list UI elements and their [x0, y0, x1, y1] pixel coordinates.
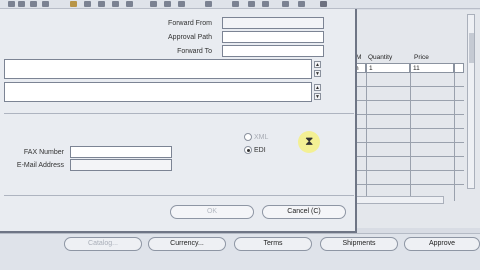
ok-button-label: OK	[206, 208, 218, 215]
terms-button-label: Terms	[263, 240, 283, 247]
approve-button[interactable]: Approve	[404, 237, 480, 251]
cancel-button-accelerator: (C)	[311, 208, 321, 215]
approval-path-label: Approval Path	[168, 34, 212, 41]
grid-line	[410, 73, 411, 201]
scroll-down-icon[interactable]: ▼	[314, 70, 321, 77]
bottom-button-bar: Catalog... Currency... Terms Shipments A…	[0, 233, 480, 270]
grid-line	[352, 128, 464, 129]
scroll-up-icon[interactable]: ▲	[314, 61, 321, 68]
email-address-label: E-Mail Address	[16, 162, 64, 169]
grid-line	[454, 73, 455, 201]
grid-line	[352, 184, 464, 185]
paste-icon[interactable]	[98, 1, 105, 7]
cut-icon[interactable]	[70, 1, 77, 7]
grid-line	[352, 170, 464, 171]
quantity-cell[interactable]: 1	[366, 63, 410, 73]
folder-icon[interactable]	[282, 1, 289, 7]
folder-icon[interactable]	[298, 1, 305, 7]
grid-line	[352, 100, 464, 101]
radio-button-icon	[244, 133, 252, 141]
note-to-supplier-field[interactable]	[4, 82, 312, 102]
hourglass-icon: ⧗	[305, 134, 314, 148]
forward-from-label: Forward From	[168, 20, 212, 27]
currency-button-label: Currency...	[170, 240, 204, 247]
approval-dialog: Forward From Approval Path Forward To ▲ …	[0, 9, 357, 233]
print-icon[interactable]	[18, 1, 25, 7]
forward-to-field[interactable]	[222, 45, 324, 57]
catalog-button-label: Catalog...	[88, 240, 118, 247]
delete-icon[interactable]	[126, 1, 133, 7]
divider	[4, 113, 354, 114]
radio-edi[interactable]: EDI	[244, 146, 266, 154]
scrollbar-thumb[interactable]	[469, 33, 474, 63]
folder-icon[interactable]	[232, 1, 239, 7]
radio-button-selected-icon	[244, 146, 252, 154]
forward-from-field[interactable]	[222, 17, 324, 29]
catalog-button[interactable]: Catalog...	[64, 237, 142, 251]
translate-icon[interactable]	[164, 1, 171, 7]
scroll-down-icon[interactable]: ▼	[314, 93, 321, 100]
approve-button-label: Approve	[428, 240, 456, 247]
folder-icon[interactable]	[205, 1, 212, 7]
forward-to-label: Forward To	[177, 48, 212, 55]
busy-cursor: ⧗	[298, 131, 320, 153]
currency-button[interactable]: Currency...	[148, 237, 226, 251]
horizontal-scrollbar[interactable]	[352, 196, 444, 204]
find-icon[interactable]	[42, 1, 49, 7]
terms-button[interactable]: Terms	[234, 237, 312, 251]
fax-number-label: FAX Number	[23, 149, 64, 156]
scroll-up-icon[interactable]: ▲	[314, 84, 321, 91]
grid-line	[352, 86, 464, 87]
radio-edi-label: EDI	[254, 146, 266, 154]
cancel-button[interactable]: Cancel (C)	[262, 205, 346, 219]
divider	[4, 195, 354, 196]
vertical-scrollbar[interactable]	[467, 14, 475, 189]
email-address-field[interactable]	[70, 159, 172, 171]
radio-xml-label: XML	[254, 133, 269, 141]
radio-xml[interactable]: XML	[244, 133, 268, 141]
row-end-cell[interactable]	[454, 63, 464, 73]
cancel-button-label: Cancel	[287, 208, 310, 215]
price-cell[interactable]: 11	[410, 63, 454, 73]
shipments-button[interactable]: Shipments	[320, 237, 398, 251]
ok-button[interactable]: OK	[170, 205, 254, 219]
folder-icon[interactable]	[248, 1, 255, 7]
zoom-icon[interactable]	[150, 1, 157, 7]
save-icon[interactable]	[8, 1, 15, 7]
help-icon[interactable]	[320, 1, 327, 7]
close-icon[interactable]	[30, 1, 37, 7]
clear-icon[interactable]	[112, 1, 119, 7]
folder-icon[interactable]	[262, 1, 269, 7]
shipments-button-label: Shipments	[342, 240, 376, 247]
approval-path-field[interactable]	[222, 31, 324, 43]
grid-line	[352, 142, 464, 143]
grid-line	[366, 73, 367, 201]
grid-line	[352, 156, 464, 157]
note-field[interactable]	[4, 59, 312, 79]
column-header-price: Price	[414, 54, 429, 61]
grid-line	[352, 114, 464, 115]
copy-icon[interactable]	[84, 1, 91, 7]
fax-number-field[interactable]	[70, 146, 172, 158]
attachment-icon[interactable]	[178, 1, 185, 7]
toolbar	[0, 0, 480, 9]
column-header-quantity: Quantity	[368, 54, 393, 61]
